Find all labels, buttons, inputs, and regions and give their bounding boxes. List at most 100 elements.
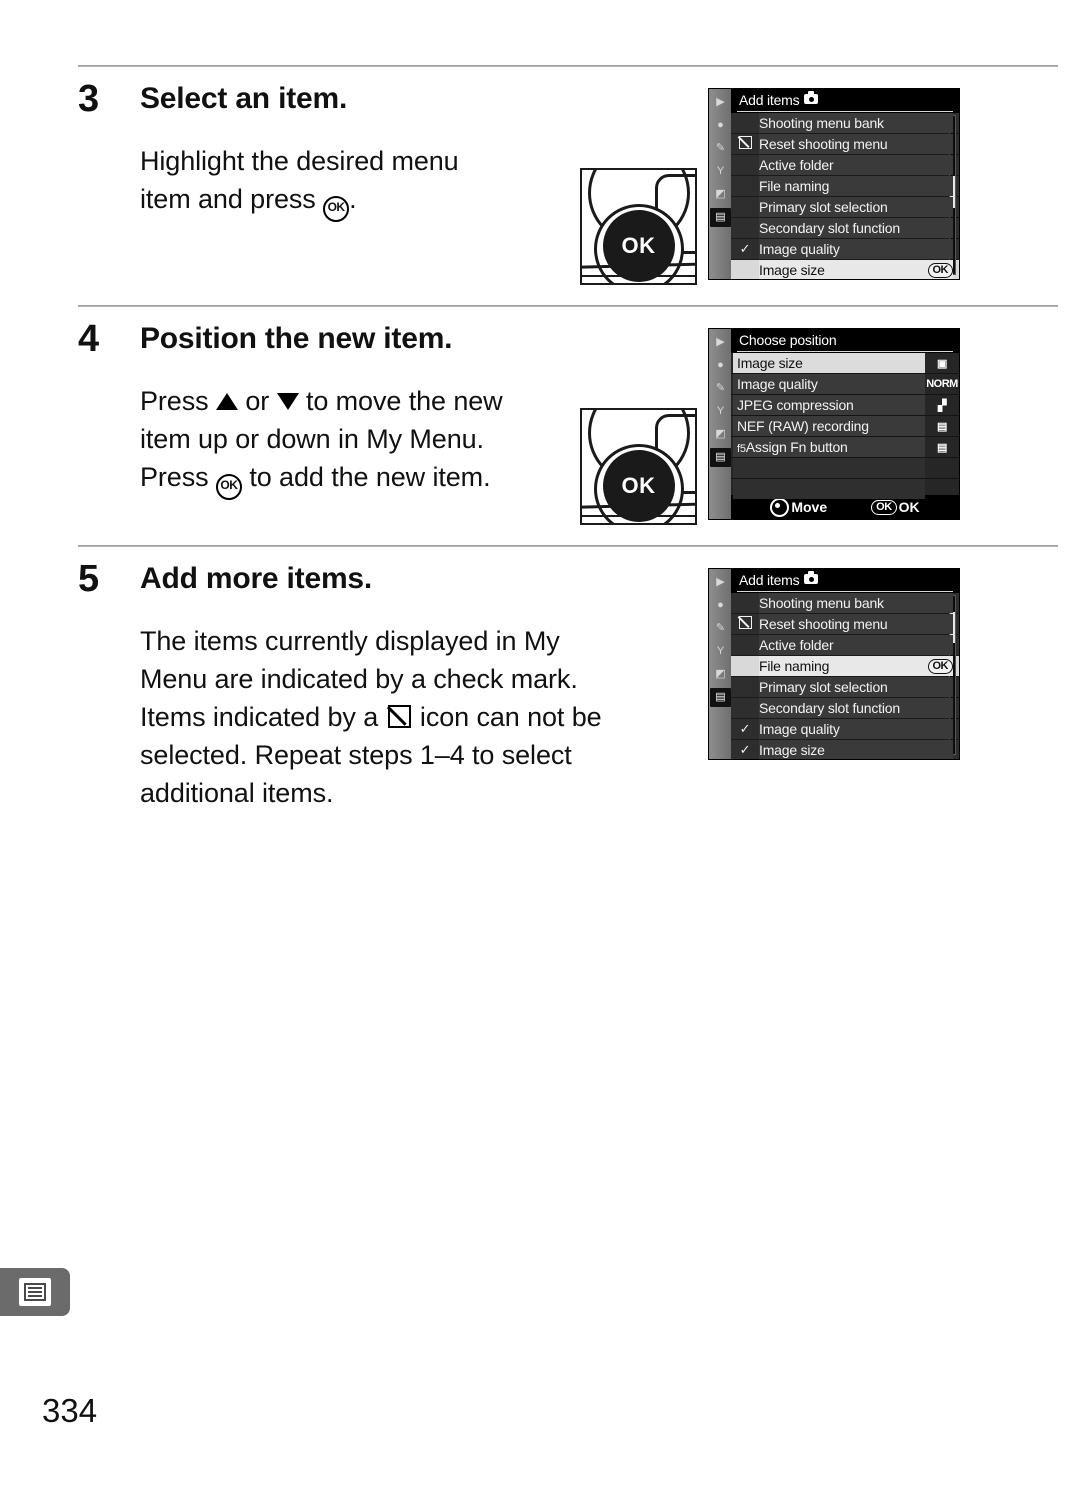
step-5-l3-a: Items indicated by a	[140, 702, 386, 732]
retouch-icon[interactable]: ◩	[712, 665, 729, 684]
setup-icon[interactable]: Y	[712, 162, 729, 181]
my-menu-icon[interactable]: ▤	[710, 688, 731, 707]
table-row-selected[interactable]: File naming OK	[731, 656, 959, 677]
step-5-title: Add more items.	[140, 562, 373, 595]
step-5-l1: The items currently displayed in My	[140, 626, 560, 656]
norm-badge: NORM	[926, 378, 958, 390]
row-label: Image quality	[737, 376, 818, 392]
ok-button-face: OK	[602, 210, 675, 282]
retouch-icon[interactable]: ◩	[712, 425, 729, 444]
title-underline	[737, 351, 953, 352]
move-label: Move	[791, 499, 828, 515]
table-row[interactable]: File naming	[731, 176, 959, 197]
row-label: Active folder	[759, 157, 834, 173]
table-row[interactable]: ✓ Image size	[731, 740, 959, 759]
move-hint: Move	[770, 497, 828, 517]
ok-button-illustration-step4: OK	[580, 408, 697, 525]
my-menu-icon[interactable]: ▤	[710, 448, 731, 467]
playback-icon[interactable]: ▶	[712, 573, 729, 592]
table-row-selected[interactable]: Image size OK	[731, 260, 959, 279]
image-size-icon: ▣	[937, 357, 947, 370]
row-label: Reset shooting menu	[759, 136, 888, 152]
table-row[interactable]: Active folder	[731, 635, 959, 656]
menu-list: Shooting menu bank Reset shooting menu A…	[731, 593, 959, 759]
shooting-menu-icon[interactable]: ●	[712, 596, 729, 615]
shooting-menu-icon[interactable]: ●	[712, 116, 729, 135]
row-label: Active folder	[759, 637, 834, 653]
playback-icon[interactable]: ▶	[712, 93, 729, 112]
table-row[interactable]: f5Assign Fn button ▤	[731, 437, 959, 458]
my-menu-icon[interactable]: ▤	[710, 208, 731, 227]
table-row[interactable]: NEF (RAW) recording ▤	[731, 416, 959, 437]
table-row[interactable]: Primary slot selection	[731, 197, 959, 218]
step-4-l2: item up or down in My Menu.	[140, 424, 484, 454]
page-number: 334	[42, 1392, 98, 1429]
playback-icon[interactable]: ▶	[712, 333, 729, 352]
step-5-l5: additional items.	[140, 778, 334, 808]
ok-hint: OK OK	[871, 499, 920, 515]
camera-icon	[804, 571, 819, 584]
table-row[interactable]: ✓ Image quality	[731, 239, 959, 260]
assign-fn-icon: ▤	[937, 441, 947, 454]
row-label: File naming	[759, 178, 830, 194]
custom-settings-icon[interactable]: ✎	[712, 619, 729, 638]
custom-settings-icon[interactable]: ✎	[712, 379, 729, 398]
row-label: Image size	[759, 742, 825, 758]
screen-title-bar: Add items	[731, 89, 959, 111]
camera-icon	[804, 91, 819, 104]
table-row[interactable]: Reset shooting menu	[731, 614, 959, 635]
table-row-empty	[731, 479, 959, 500]
row-label: Image size	[737, 355, 803, 371]
table-row-selected[interactable]: Image size ▣	[731, 353, 959, 374]
check-icon: ✓	[739, 742, 751, 757]
table-row[interactable]: Reset shooting menu	[731, 134, 959, 155]
table-row[interactable]: ✓ Image quality	[731, 719, 959, 740]
arrow-up-icon	[215, 393, 238, 410]
camera-body-line-2	[582, 275, 695, 277]
screen-title: Choose position	[739, 332, 837, 348]
nef-recording-icon: ▤	[937, 420, 947, 433]
table-row[interactable]: JPEG compression ▞	[731, 395, 959, 416]
menu-rail: ▶ ● ✎ Y ◩ ▤	[709, 329, 731, 519]
menu-list: Image size ▣ Image quality NORM JPEG compr…	[731, 353, 959, 519]
row-label: Image quality	[759, 241, 840, 257]
retouch-icon[interactable]: ◩	[712, 185, 729, 204]
shooting-menu-icon[interactable]: ●	[712, 356, 729, 375]
table-row[interactable]: Secondary slot function	[731, 698, 959, 719]
section-divider-3	[78, 545, 1058, 547]
row-label: Secondary slot function	[759, 700, 900, 716]
camera-body-line-2	[582, 515, 695, 517]
setup-icon[interactable]: Y	[712, 402, 729, 421]
check-icon: ✓	[739, 721, 751, 736]
table-row[interactable]: Image quality NORM	[731, 374, 959, 395]
ok-button-face: OK	[602, 450, 675, 522]
step-4-l3-b: to add the new item.	[241, 462, 491, 492]
table-row[interactable]: Shooting menu bank	[731, 593, 959, 614]
row-label: Shooting menu bank	[759, 115, 884, 131]
row-label: Secondary slot function	[759, 220, 900, 236]
row-label: Shooting menu bank	[759, 595, 884, 611]
step-5-l2: Menu are indicated by a check mark.	[140, 664, 578, 694]
manual-page: 3 Select an item. Highlight the desired …	[0, 0, 1080, 1486]
no-select-icon	[387, 705, 411, 728]
no-select-icon	[731, 136, 759, 152]
step-4-title: Position the new item.	[140, 322, 453, 355]
menu-rail: ▶ ● ✎ Y ◩ ▤	[709, 89, 731, 279]
step-4-l1-b: or	[237, 386, 277, 416]
row-label: Reset shooting menu	[759, 616, 888, 632]
step-4-l3-a: Press	[140, 462, 216, 492]
table-row[interactable]: Shooting menu bank	[731, 113, 959, 134]
menu-rail: ▶ ● ✎ Y ◩ ▤	[709, 569, 731, 759]
table-row[interactable]: Primary slot selection	[731, 677, 959, 698]
check-icon: ✓	[739, 241, 751, 256]
row-label: File naming	[759, 658, 830, 674]
ok-badge: OK	[927, 658, 953, 674]
table-row[interactable]: Active folder	[731, 155, 959, 176]
ok-glyph-icon: OK	[323, 196, 350, 222]
step-3-body-line2-post: .	[349, 184, 357, 214]
custom-settings-icon[interactable]: ✎	[712, 139, 729, 158]
setup-icon[interactable]: Y	[712, 642, 729, 661]
step-5-body: The items currently displayed in My Menu…	[140, 622, 740, 812]
step-4-l1-c: to move the new	[298, 386, 503, 416]
table-row[interactable]: Secondary slot function	[731, 218, 959, 239]
